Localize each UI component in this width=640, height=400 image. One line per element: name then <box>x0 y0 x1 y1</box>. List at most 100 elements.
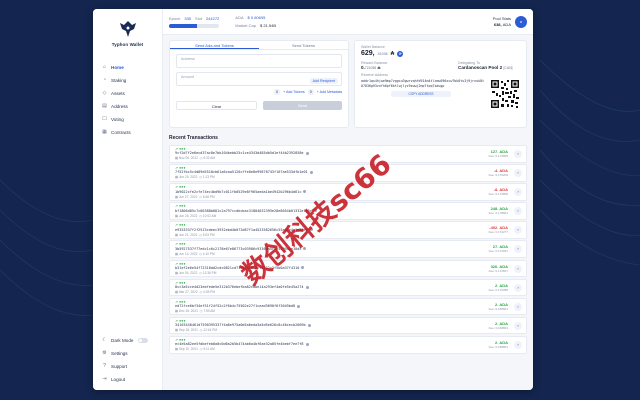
info-icon[interactable] <box>301 266 305 270</box>
tx-date: Nov 06, 2022 <box>178 156 198 161</box>
tx-amount: -492. ADA Fee: 0.172277 <box>489 225 508 235</box>
wallet-balance: 629, <box>361 50 375 57</box>
chevron-right-icon[interactable]: › <box>514 340 522 349</box>
info-icon[interactable] <box>309 170 313 174</box>
account-summary[interactable]: Pool Stats 638, ADA ₳ <box>493 15 527 28</box>
sidebar-item-address[interactable]: ▤ Address <box>93 100 162 113</box>
tx-datetime: ▦ Sep 10, 2021 ◷ 9:11 AM <box>175 347 215 352</box>
info-icon[interactable] <box>305 285 309 289</box>
sidebar-item-support[interactable]: ? Support <box>93 360 162 373</box>
info-icon[interactable] <box>297 304 301 308</box>
info-icon[interactable] <box>303 190 307 194</box>
tx-amount-unit: ADA <box>499 282 508 288</box>
add-tokens-button[interactable]: + Add Tokens <box>283 90 305 94</box>
sidebar-item-assets[interactable]: ◇ Assets <box>93 87 162 100</box>
sidebar-item-logout[interactable]: ⇥ Logout <box>93 373 162 386</box>
tx-datetime: ▦ Sep 18, 2021 ◷ 12:44 PM <box>175 328 217 333</box>
chevron-right-icon[interactable]: › <box>514 321 522 330</box>
info-icon[interactable] <box>307 323 311 327</box>
address-input[interactable]: Address <box>176 54 342 68</box>
chevron-right-icon[interactable]: › <box>514 302 522 311</box>
chevron-right-icon[interactable]: › <box>514 150 522 158</box>
tx-amount-value: 2. <box>495 282 499 288</box>
sidebar-item-contracts[interactable]: ▦ Contracts <box>93 126 162 139</box>
tx-time: 4:05 PM <box>203 290 216 295</box>
tab-send-ada[interactable]: Send Ada and Tokens <box>170 41 259 49</box>
tx-date: Jun 21, 2022 <box>178 232 198 237</box>
sidebar-item-settings[interactable]: ⚙ Settings <box>93 347 162 360</box>
info-icon[interactable] <box>305 342 309 346</box>
logout-icon: ⇥ <box>102 376 107 382</box>
sidebar-nav: ⌂ Home ◔ Staking ◇ Assets ▤ Address ☐ Vo… <box>93 61 162 139</box>
tx-fee: Fee: 0.172937 <box>488 249 508 254</box>
metadata-count: 0 <box>307 89 314 95</box>
transaction-row[interactable]: ↗ ●●● ec4e5a82ee5fdbefeb0a0c0d6a2b5b474ab… <box>169 335 527 354</box>
tx-time: 4:10 PM <box>202 251 215 256</box>
tx-amount-unit: ADA <box>499 263 508 269</box>
voting-icon: ☐ <box>102 116 107 122</box>
tx-date: Jun 29, 2022 <box>178 175 198 180</box>
tx-fee: Fee: 0.168801 <box>488 344 508 349</box>
tx-fee: Fee: 0.178801 <box>488 211 508 216</box>
ada-price: $ 0.60695 <box>247 15 266 20</box>
transaction-row[interactable]: ↗ ●●● 8cc3a5cce4d23ebfede5e312b376ebefba8… <box>169 278 527 297</box>
ada-avatar-icon[interactable]: ₳ <box>515 15 527 28</box>
chevron-right-icon[interactable]: › <box>514 264 522 273</box>
tx-amount: -8. ADA Fee: 0.172805 <box>489 187 508 197</box>
transaction-row[interactable]: ↗ ●●● 9cf2d7f2e6ecd37ac8e7bb104bebb25c1ce… <box>169 145 527 163</box>
amount-input[interactable]: Amount Add Recipient <box>176 72 342 86</box>
support-icon: ? <box>103 363 106 369</box>
tx-fee: Fee: 0.172805 <box>488 154 508 158</box>
tx-time: 8:48 PM <box>202 194 215 199</box>
tab-send-tokens[interactable]: Send Tokens <box>259 41 348 49</box>
typhon-logo-icon <box>119 21 136 37</box>
pool-stats-value: 638, <box>493 21 502 27</box>
send-button[interactable]: Send <box>263 101 342 110</box>
copy-address-button[interactable]: COPY ADDRESS <box>391 91 451 98</box>
tx-time: 7:53 AM <box>203 309 216 314</box>
dark-mode-switch[interactable] <box>138 338 148 343</box>
clear-button[interactable]: Clear <box>176 101 257 110</box>
info-icon[interactable] <box>305 151 309 155</box>
tx-fee: Fee: 0.168801 <box>488 306 508 311</box>
sidebar-item-home[interactable]: ⌂ Home <box>93 61 162 74</box>
sidebar-item-label: Home <box>111 65 124 70</box>
tx-datetime: ▦ Dec 16, 2021 ◷ 7:53 AM <box>175 309 216 314</box>
tx-date: Jun 04, 2022 <box>178 270 198 275</box>
topbar: Epoch 335 Slot 244272 ADA $ 0.60695 Mark… <box>163 9 533 35</box>
tx-date: Mar 27, 2022 <box>178 290 198 295</box>
tx-time: 1:13 PM <box>202 175 215 180</box>
tx-date: Sep 18, 2021 <box>178 328 198 333</box>
delegated-pool[interactable]: Cardanoscan Pool 2 <box>458 65 502 70</box>
sidebar-bottom: ☾ Dark Mode ⚙ Settings ? Support ⇥ Logou… <box>93 334 162 386</box>
tx-time: 10:02 AM <box>202 213 217 218</box>
staking-icon: ◔ <box>102 77 107 83</box>
wallet-balance-decimals: 41036 <box>377 51 388 56</box>
send-card: Send Ada and Tokens Send Tokens Address … <box>169 40 349 128</box>
tx-date: Jun 26, 2022 <box>178 213 198 218</box>
sidebar-item-label: Address <box>111 104 128 109</box>
qr-code-icon <box>490 79 520 109</box>
tx-amount: 326. ADA Fee: 0.172607 <box>489 264 508 274</box>
sidebar-item-voting[interactable]: ☐ Voting <box>93 113 162 126</box>
tx-fee: Fee: 0.172277 <box>488 230 508 235</box>
dark-mode-toggle[interactable]: ☾ Dark Mode <box>93 334 162 347</box>
transaction-row[interactable]: ↗ ●●● b31ef2e6e54f72310dd2cdc0821cd718826… <box>169 259 527 278</box>
sidebar-item-staking[interactable]: ◔ Staking <box>93 74 162 87</box>
tx-fee: Fee: 0.170209 <box>488 173 508 178</box>
tx-time: 9:11 AM <box>203 347 215 352</box>
transaction-row[interactable]: ↗ ●●● e9353337f2f2513cdeec3932ebd4b072d87… <box>169 221 527 239</box>
transaction-row[interactable]: ↗ ●●● ed72fce6bf34ef51f24f52c2f6b4c75502e… <box>169 297 527 316</box>
refresh-icon[interactable]: ⟳ <box>397 50 404 57</box>
chevron-right-icon[interactable]: › <box>514 283 522 292</box>
tx-time: 5:32 AM <box>203 156 216 161</box>
ada-symbol-icon: ₳ <box>377 65 381 70</box>
add-recipient-button[interactable]: Add Recipient <box>309 78 338 84</box>
wallet-balance-label: Wallet Balance <box>361 45 385 49</box>
transaction-row[interactable]: ↗ ●●● 3b5927537f77edc1c6c2178e67e86773c03… <box>169 240 527 259</box>
tx-fee: Fee: 0.172607 <box>488 268 508 273</box>
transaction-row[interactable]: ↗ ●●● 34163440461d7590395337f4a8e975a0d5a… <box>169 316 527 335</box>
add-metadata-button[interactable]: + Add Metadata <box>317 90 342 94</box>
send-tabs: Send Ada and Tokens Send Tokens <box>170 41 348 50</box>
tx-amount-value: 326. <box>490 263 499 269</box>
